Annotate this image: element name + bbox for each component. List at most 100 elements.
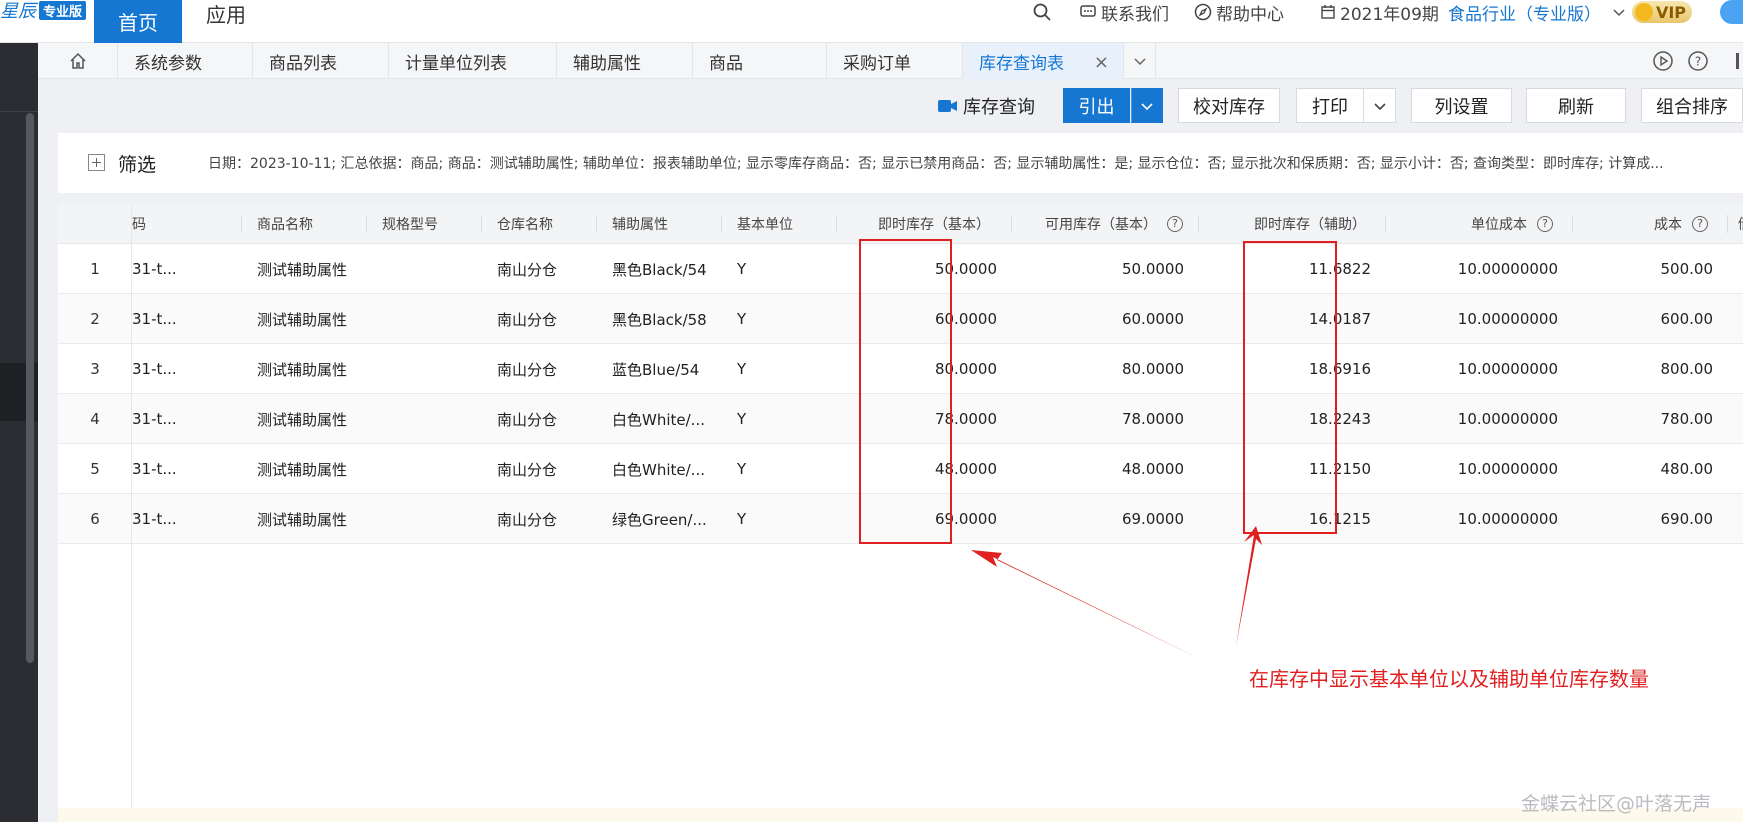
cell-name: 测试辅助属性 (257, 260, 348, 279)
cell-unit-cost: 10.00000000 (1457, 460, 1558, 478)
sidebar-scrollbar[interactable] (26, 113, 34, 663)
col-header-label: 辅助属性 (612, 217, 668, 233)
col-header-label: 仓库名称 (497, 217, 553, 233)
chevron-down-icon (1133, 58, 1146, 66)
nav-app[interactable]: 应用 (206, 0, 246, 27)
tab-label: 计量单位列表 (405, 53, 507, 74)
cell-attr: 黑色Black/58 (612, 310, 707, 329)
svg-text:?: ? (1695, 55, 1701, 69)
contact-link[interactable]: 联系我们 (1079, 0, 1169, 25)
col-header-spec[interactable]: 规格型号 (367, 204, 482, 244)
sidebar-divider (0, 111, 38, 112)
help-icon[interactable]: ? (1687, 50, 1709, 72)
col-header-base-unit[interactable]: 基本单位 (722, 204, 837, 244)
col-header-qty-base[interactable]: 即时库存（基本） (837, 204, 1012, 244)
col-header-unit-cost[interactable]: 单位成本? (1386, 204, 1573, 244)
cell-avail-base: 60.0000 (1121, 310, 1184, 328)
col-header-warehouse[interactable]: 仓库名称 (482, 204, 597, 244)
col-header-name[interactable]: 商品名称 (242, 204, 367, 244)
cell-unit: Y (737, 460, 747, 478)
period-selector[interactable]: 2021年09期 (1320, 0, 1439, 25)
col-header-label: 单位成本 (1471, 217, 1527, 233)
tab-inventory-query[interactable]: 库存查询表 × (963, 43, 1124, 79)
print-button[interactable]: 打印 (1296, 88, 1364, 123)
help-icon[interactable]: ? (1167, 216, 1183, 232)
close-icon[interactable]: × (1094, 52, 1109, 73)
top-bar: 星辰 专业版 首页 应用 联系我们 帮助中心 2021年09期 食品行业（专业版… (0, 0, 1743, 43)
cell-code: 31-t... (132, 260, 177, 278)
help-icon[interactable]: ? (1692, 216, 1708, 232)
tab-label: 系统参数 (134, 53, 202, 74)
cell-spec (367, 294, 482, 344)
help-center-link[interactable]: 帮助中心 (1194, 0, 1284, 25)
annotation-text: 在库存中显示基本单位以及辅助单位库存数量 (1249, 667, 1649, 691)
col-header-code[interactable]: 码 (132, 204, 242, 244)
tab-product[interactable]: 商品 (693, 43, 827, 79)
vip-label: VIP (1655, 2, 1686, 22)
cell-warehouse: 南山分仓 (497, 460, 558, 479)
cell-name: 测试辅助属性 (257, 460, 348, 479)
tab-aux-attributes[interactable]: 辅助属性 (557, 43, 693, 79)
tab-label: 采购订单 (843, 53, 911, 74)
export-dropdown-button[interactable] (1131, 88, 1163, 123)
compass-icon (1194, 3, 1212, 21)
tab-unit-list[interactable]: 计量单位列表 (389, 43, 557, 79)
cell-cost: 800.00 (1660, 360, 1714, 378)
column-settings-button[interactable]: 列设置 (1411, 88, 1512, 123)
tab-purchase-order[interactable]: 采购订单 (827, 43, 963, 79)
cell-attr: 黑色Black/54 (612, 260, 707, 279)
tab-bar: 系统参数 商品列表 计量单位列表 辅助属性 商品 采购订单 库存查询表 × ? (38, 43, 1743, 79)
home-tab[interactable] (38, 43, 118, 79)
tab-product-list[interactable]: 商品列表 (253, 43, 389, 79)
more-icon[interactable] (1725, 50, 1743, 72)
cell-name: 测试辅助属性 (257, 360, 348, 379)
col-header-cost[interactable]: 成本? (1573, 204, 1728, 244)
cell-avail-base: 50.0000 (1121, 260, 1184, 278)
tab-overflow-button[interactable] (1124, 43, 1156, 79)
cell-unit: Y (737, 410, 747, 428)
cell-avail-base: 69.0000 (1121, 510, 1184, 528)
col-header-avail-base[interactable]: 可用库存（基本）? (1012, 204, 1199, 244)
avatar[interactable] (1720, 0, 1743, 24)
search-button[interactable] (1032, 0, 1056, 24)
video-icon (938, 100, 957, 112)
col-header-aux-attr[interactable]: 辅助属性 (597, 204, 722, 244)
print-dropdown-button[interactable] (1363, 88, 1396, 123)
tab-label: 商品列表 (269, 53, 337, 74)
chat-icon (1080, 5, 1096, 17)
cell-code: 31-t... (132, 460, 177, 478)
cell-name: 测试辅助属性 (257, 310, 348, 329)
cell-unit-cost: 10.00000000 (1457, 260, 1558, 278)
period-label: 2021年09期 (1340, 4, 1439, 25)
highlight-box-qty-base (859, 239, 952, 544)
contact-label: 联系我们 (1101, 4, 1169, 25)
col-header-label: 成本 (1654, 217, 1682, 233)
expand-icon[interactable] (88, 154, 105, 171)
check-stock-button[interactable]: 校对库存 (1178, 88, 1280, 123)
cell-spec (367, 394, 482, 444)
cell-unit: Y (737, 360, 747, 378)
refresh-button[interactable]: 刷新 (1526, 88, 1626, 123)
export-button[interactable]: 引出 (1063, 88, 1130, 123)
help-icon[interactable]: ? (1537, 216, 1553, 232)
nav-home[interactable]: 首页 (94, 0, 182, 43)
highlight-box-qty-aux (1243, 241, 1337, 534)
filter-label[interactable]: 筛选 (118, 150, 156, 177)
filter-panel: 筛选 日期：2023-10-11; 汇总依据：商品; 商品：测试辅助属性; 辅助… (58, 133, 1743, 193)
col-header-storage[interactable]: 储存 (1738, 204, 1743, 244)
cell-attr: 绿色Green/... (612, 510, 707, 529)
cell-unit: Y (737, 310, 747, 328)
industry-selector[interactable]: 食品行业（专业版） (1448, 0, 1631, 25)
inventory-query-title[interactable]: 库存查询 (937, 93, 1035, 119)
play-icon[interactable] (1652, 50, 1674, 72)
vip-badge[interactable]: VIP (1632, 1, 1692, 23)
cell-code: 31-t... (132, 510, 177, 528)
col-header-qty-aux[interactable]: 即时库存（辅助） (1199, 204, 1386, 244)
cell-attr: 白色White/... (612, 460, 705, 479)
col-header-label: 码 (132, 217, 146, 233)
cell-warehouse: 南山分仓 (497, 510, 558, 529)
combined-sort-button[interactable]: 组合排序 (1641, 88, 1743, 123)
col-header-label: 即时库存（辅助） (1254, 217, 1366, 233)
tab-system-params[interactable]: 系统参数 (118, 43, 253, 79)
chevron-down-icon (1613, 9, 1625, 17)
